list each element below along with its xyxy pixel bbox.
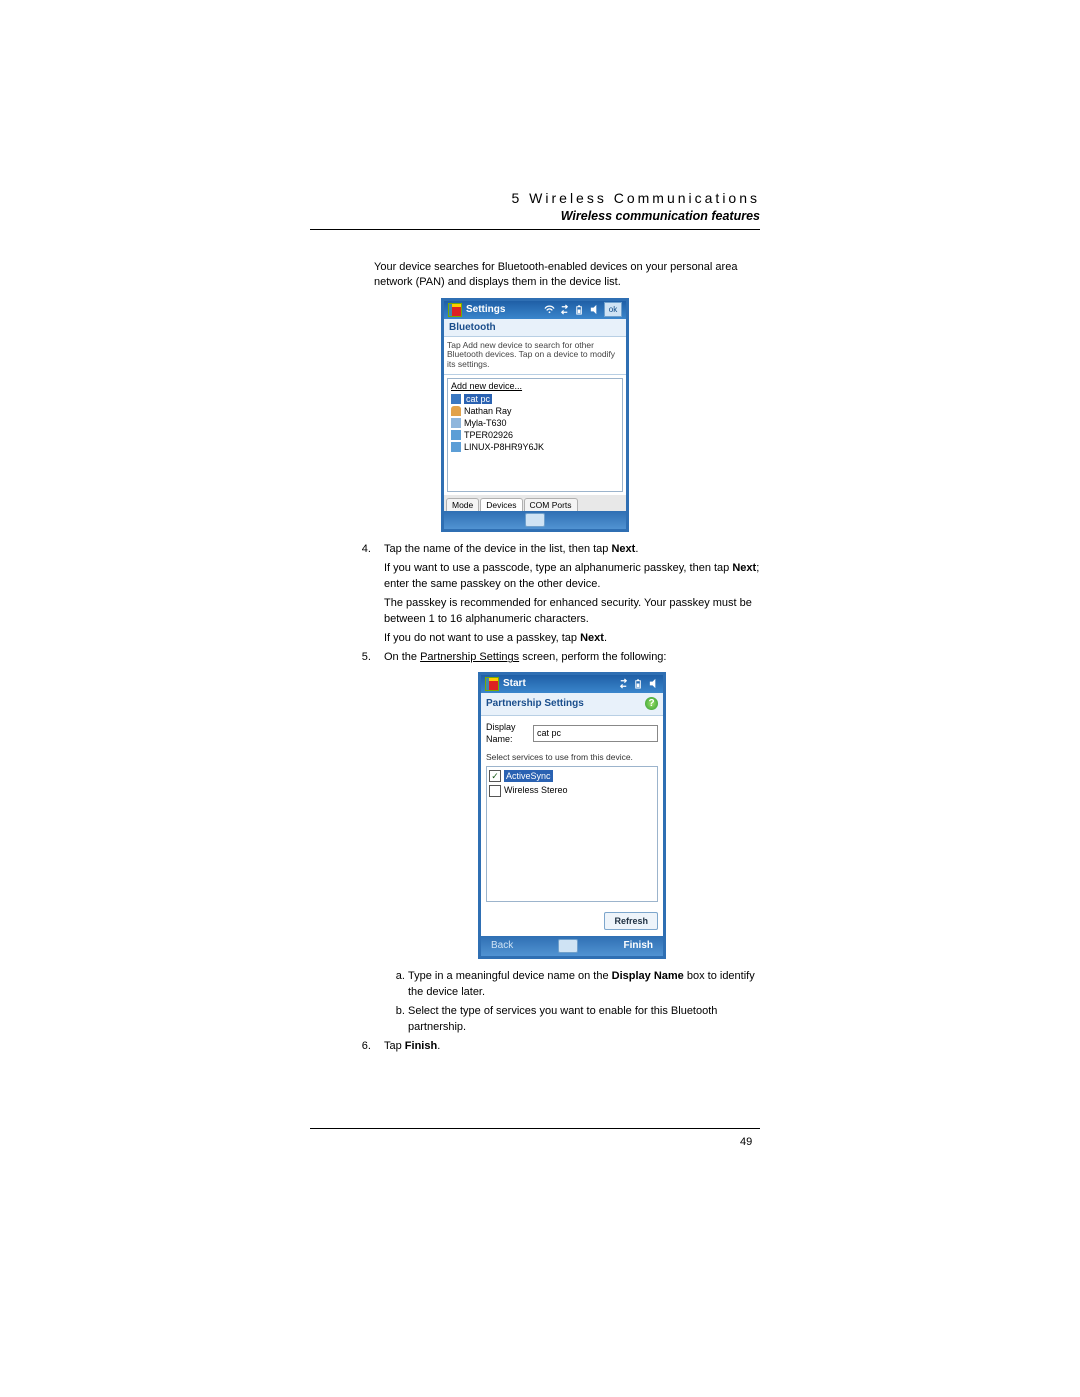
add-new-device-link[interactable]: Add new device... bbox=[448, 379, 622, 393]
device-row[interactable]: Myla-T630 bbox=[448, 417, 622, 429]
panel-title: Bluetooth bbox=[444, 319, 626, 337]
volume-icon[interactable] bbox=[589, 304, 600, 315]
back-button[interactable]: Back bbox=[491, 939, 513, 953]
keyboard-icon[interactable] bbox=[525, 513, 545, 527]
service-name: Wireless Stereo bbox=[504, 784, 568, 797]
device-row[interactable]: TPER02926 bbox=[448, 429, 622, 441]
device-name: LINUX-P8HR9Y6JK bbox=[464, 442, 544, 452]
device-row[interactable]: cat pc bbox=[448, 393, 622, 405]
pc-icon bbox=[451, 394, 461, 404]
header-rule bbox=[310, 229, 760, 230]
device-name: Myla-T630 bbox=[464, 418, 507, 428]
tab-comports[interactable]: COM Ports bbox=[524, 498, 578, 511]
tab-strip: Mode Devices COM Ports bbox=[444, 495, 626, 511]
checkbox-unchecked-icon[interactable] bbox=[489, 785, 501, 797]
refresh-button[interactable]: Refresh bbox=[604, 912, 658, 931]
panel-body: Display Name: Select services to use fro… bbox=[481, 716, 663, 907]
device-name: TPER02926 bbox=[464, 430, 513, 440]
service-row[interactable]: Wireless Stereo bbox=[489, 783, 655, 798]
panel-title-row: Partnership Settings ? bbox=[481, 693, 663, 716]
battery-icon[interactable] bbox=[574, 304, 585, 315]
device-row[interactable]: LINUX-P8HR9Y6JK bbox=[448, 441, 622, 453]
device-name: Nathan Ray bbox=[464, 406, 512, 416]
device-row[interactable]: Nathan Ray bbox=[448, 405, 622, 417]
bottom-bar bbox=[444, 511, 626, 529]
tab-devices[interactable]: Devices bbox=[480, 498, 522, 511]
volume-icon[interactable] bbox=[648, 678, 659, 689]
help-icon[interactable]: ? bbox=[645, 697, 658, 710]
step-5: On the Partnership Settings screen, perf… bbox=[374, 650, 760, 1035]
battery-icon[interactable] bbox=[633, 678, 644, 689]
screenshot-partnership-settings: Start Partnership Settings ? bbox=[384, 672, 760, 960]
bottom-bar: Back Finish bbox=[481, 936, 663, 956]
titlebar: Settings ok bbox=[444, 301, 626, 319]
substep-list: Type in a meaningful device name on the … bbox=[384, 969, 760, 1035]
device-icon bbox=[451, 442, 461, 452]
windows-flag-icon bbox=[485, 677, 499, 691]
substep-a: Type in a meaningful device name on the … bbox=[408, 969, 760, 1000]
wifi-icon[interactable] bbox=[544, 304, 555, 315]
substep-b: Select the type of services you want to … bbox=[408, 1004, 760, 1035]
intro-paragraph: Your device searches for Bluetooth-enabl… bbox=[374, 260, 760, 290]
service-name: ActiveSync bbox=[504, 770, 553, 783]
finish-button[interactable]: Finish bbox=[624, 939, 653, 953]
panel-help-text: Tap Add new device to search for other B… bbox=[444, 337, 626, 375]
titlebar: Start bbox=[481, 675, 663, 693]
display-name-label: Display Name: bbox=[486, 721, 527, 746]
tab-mode[interactable]: Mode bbox=[446, 498, 479, 511]
page-header: 5 Wireless Communications Wireless commu… bbox=[310, 190, 760, 223]
keyboard-icon[interactable] bbox=[558, 939, 578, 953]
titlebar-title: Settings bbox=[466, 304, 540, 315]
page-number: 49 bbox=[740, 1136, 752, 1148]
chapter-subtitle: Wireless communication features bbox=[310, 209, 760, 223]
instruction-list: Tap the name of the device in the list, … bbox=[310, 542, 760, 1054]
screenshot-bluetooth-devices: Settings ok Bluetooth Tap Add new device… bbox=[310, 298, 760, 532]
titlebar-title: Start bbox=[503, 677, 614, 691]
device-name: cat pc bbox=[464, 394, 492, 404]
device-listbox[interactable]: Add new device... cat pc Nathan Ray Myla… bbox=[447, 378, 623, 492]
sync-icon[interactable] bbox=[618, 678, 629, 689]
display-name-input[interactable] bbox=[533, 725, 658, 742]
sync-icon[interactable] bbox=[559, 304, 570, 315]
manual-page: 5 Wireless Communications Wireless commu… bbox=[310, 190, 760, 1058]
services-listbox[interactable]: ✓ ActiveSync Wireless Stereo bbox=[486, 766, 658, 902]
phone-icon bbox=[451, 418, 461, 428]
step-4: Tap the name of the device in the list, … bbox=[374, 542, 760, 646]
windows-flag-icon bbox=[448, 303, 462, 317]
footer-rule bbox=[310, 1128, 760, 1129]
checkbox-checked-icon[interactable]: ✓ bbox=[489, 770, 501, 782]
chapter-title: 5 Wireless Communications bbox=[310, 190, 760, 206]
ok-button[interactable]: ok bbox=[604, 302, 622, 317]
services-label: Select services to use from this device. bbox=[486, 752, 658, 764]
panel-title: Partnership Settings bbox=[486, 697, 645, 711]
service-row[interactable]: ✓ ActiveSync bbox=[489, 769, 655, 784]
step-6: Tap Finish. bbox=[374, 1039, 760, 1054]
person-icon bbox=[451, 406, 461, 416]
device-icon bbox=[451, 430, 461, 440]
